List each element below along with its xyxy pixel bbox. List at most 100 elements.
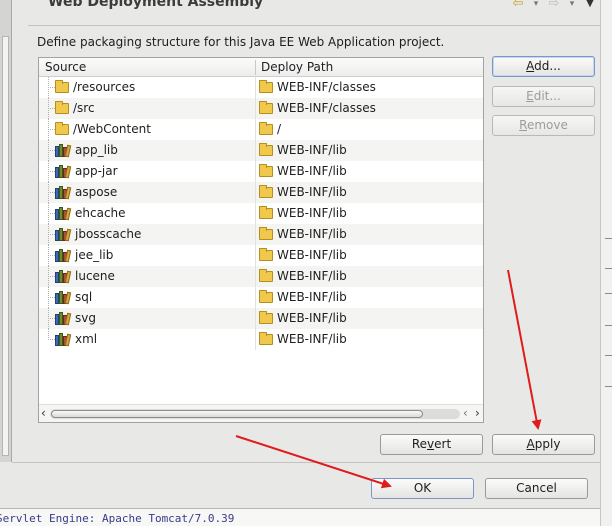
source-cell[interactable]: app-jar: [55, 164, 118, 178]
tree-branch-line: [48, 213, 55, 214]
deploy-path-cell[interactable]: WEB-INF/lib: [259, 289, 347, 304]
source-cell[interactable]: jbosscache: [55, 227, 141, 241]
back-history-dropdown-icon[interactable]: ▾: [528, 0, 544, 12]
column-divider: [255, 98, 256, 119]
deploy-path-label: WEB-INF/classes: [277, 80, 376, 94]
deploy-path-cell[interactable]: WEB-INF/lib: [259, 268, 347, 283]
tree-branch-line: [48, 276, 55, 277]
horizontal-scrollbar[interactable]: ‹ ‹ ›: [39, 404, 483, 422]
dialog-button-separator: [12, 462, 600, 463]
deployment-assembly-table[interactable]: Source Deploy Path /resources WEB-INF/cla…: [38, 57, 484, 423]
folder-icon: [259, 121, 273, 135]
table-row[interactable]: sql WEB-INF/lib: [39, 287, 483, 308]
deploy-path-cell[interactable]: WEB-INF/lib: [259, 247, 347, 262]
column-header-deploy-path[interactable]: Deploy Path: [261, 60, 333, 74]
folder-icon: [259, 331, 273, 345]
scrollbar-thumb[interactable]: [51, 410, 423, 418]
library-icon: [55, 143, 72, 157]
library-icon: [55, 269, 72, 283]
table-row[interactable]: /WebContent /: [39, 119, 483, 140]
table-row[interactable]: aspose WEB-INF/lib: [39, 182, 483, 203]
forward-history-dropdown-icon[interactable]: ▾: [564, 0, 580, 12]
deploy-path-label: WEB-INF/lib: [277, 227, 347, 241]
deploy-path-label: WEB-INF/lib: [277, 332, 347, 346]
annotation-arrow-to-apply: [507, 269, 542, 430]
table-row[interactable]: svg WEB-INF/lib: [39, 308, 483, 329]
cancel-button[interactable]: Cancel: [485, 478, 588, 499]
deploy-path-cell[interactable]: WEB-INF/lib: [259, 226, 347, 241]
source-cell[interactable]: app_lib: [55, 143, 118, 157]
column-divider: [255, 203, 256, 224]
deploy-path-label: WEB-INF/lib: [277, 143, 347, 157]
page-navigation: ⇦ ▾ ⇨ ▾ ▼: [510, 0, 598, 12]
table-row[interactable]: ehcache WEB-INF/lib: [39, 203, 483, 224]
scroll-left-icon[interactable]: ‹: [41, 406, 46, 420]
tree-branch-line: [48, 171, 55, 172]
table-row[interactable]: /resources WEB-INF/classes: [39, 77, 483, 98]
folder-icon: [259, 268, 273, 282]
column-divider: [255, 77, 256, 98]
tree-branch-line: [48, 192, 55, 193]
source-label: sql: [75, 290, 93, 304]
column-divider: [255, 308, 256, 329]
table-row[interactable]: jbosscache WEB-INF/lib: [39, 224, 483, 245]
library-icon: [55, 248, 72, 262]
source-cell[interactable]: sql: [55, 290, 92, 304]
deploy-path-cell[interactable]: WEB-INF/lib: [259, 142, 347, 157]
deploy-path-cell[interactable]: WEB-INF/classes: [259, 79, 376, 94]
add-button[interactable]: Add...: [492, 56, 595, 77]
table-row[interactable]: lucene WEB-INF/lib: [39, 266, 483, 287]
source-label: lucene: [75, 269, 115, 283]
library-icon: [55, 206, 72, 220]
source-cell[interactable]: aspose: [55, 185, 117, 199]
scroll-left-small-icon[interactable]: ‹: [463, 406, 468, 420]
background-console: Servlet Engine: Apache Tomcat/7.0.39: [0, 508, 600, 526]
column-header-source[interactable]: Source: [45, 60, 86, 74]
deploy-path-cell[interactable]: WEB-INF/lib: [259, 310, 347, 325]
table-row[interactable]: app-jar WEB-INF/lib: [39, 161, 483, 182]
table-row[interactable]: /src WEB-INF/classes: [39, 98, 483, 119]
deploy-path-cell[interactable]: WEB-INF/classes: [259, 100, 376, 115]
page-header: Web Deployment Assembly ⇦ ▾ ⇨ ▾ ▼: [12, 0, 600, 26]
revert-button[interactable]: Revert: [380, 434, 483, 455]
table-row[interactable]: app_lib WEB-INF/lib: [39, 140, 483, 161]
remove-button[interactable]: Remove: [492, 115, 595, 136]
source-cell[interactable]: jee_lib: [55, 248, 113, 262]
source-cell[interactable]: ehcache: [55, 206, 126, 220]
source-cell[interactable]: lucene: [55, 269, 115, 283]
deploy-path-cell[interactable]: WEB-INF/lib: [259, 331, 347, 346]
tree-branch-line: [48, 87, 55, 88]
column-divider: [255, 329, 256, 350]
source-label: aspose: [75, 185, 118, 199]
back-arrow-icon[interactable]: ⇦: [510, 0, 526, 12]
source-cell[interactable]: xml: [55, 332, 97, 346]
deploy-path-cell[interactable]: /: [259, 121, 281, 136]
source-cell[interactable]: /resources: [55, 79, 135, 94]
library-icon: [55, 227, 72, 241]
deploy-path-label: WEB-INF/lib: [277, 311, 347, 325]
source-cell[interactable]: svg: [55, 311, 96, 325]
deploy-path-label: WEB-INF/lib: [277, 164, 347, 178]
forward-arrow-icon[interactable]: ⇨: [546, 0, 562, 12]
deploy-path-cell[interactable]: WEB-INF/lib: [259, 184, 347, 199]
table-body: /resources WEB-INF/classes/src WEB-INF/cla…: [39, 77, 483, 350]
source-cell[interactable]: /WebContent: [55, 121, 151, 136]
table-row[interactable]: jee_lib WEB-INF/lib: [39, 245, 483, 266]
source-cell[interactable]: /src: [55, 100, 95, 115]
library-icon: [55, 332, 72, 346]
folder-icon: [259, 289, 273, 303]
apply-button[interactable]: Apply: [492, 434, 595, 455]
background-scrollbar: [2, 36, 9, 456]
view-menu-icon[interactable]: ▼: [582, 0, 598, 12]
column-divider[interactable]: [255, 60, 256, 75]
deploy-path-cell[interactable]: WEB-INF/lib: [259, 163, 347, 178]
ok-button[interactable]: OK: [371, 478, 474, 499]
page-description: Define packaging structure for this Java…: [37, 35, 445, 49]
edit-button[interactable]: Edit...: [492, 86, 595, 107]
deploy-path-cell[interactable]: WEB-INF/lib: [259, 205, 347, 220]
tree-branch-line: [48, 129, 55, 130]
scroll-right-icon[interactable]: ›: [475, 406, 480, 420]
table-row[interactable]: xml WEB-INF/lib: [39, 329, 483, 350]
tree-branch-line: [48, 297, 55, 298]
source-label: xml: [75, 332, 98, 346]
